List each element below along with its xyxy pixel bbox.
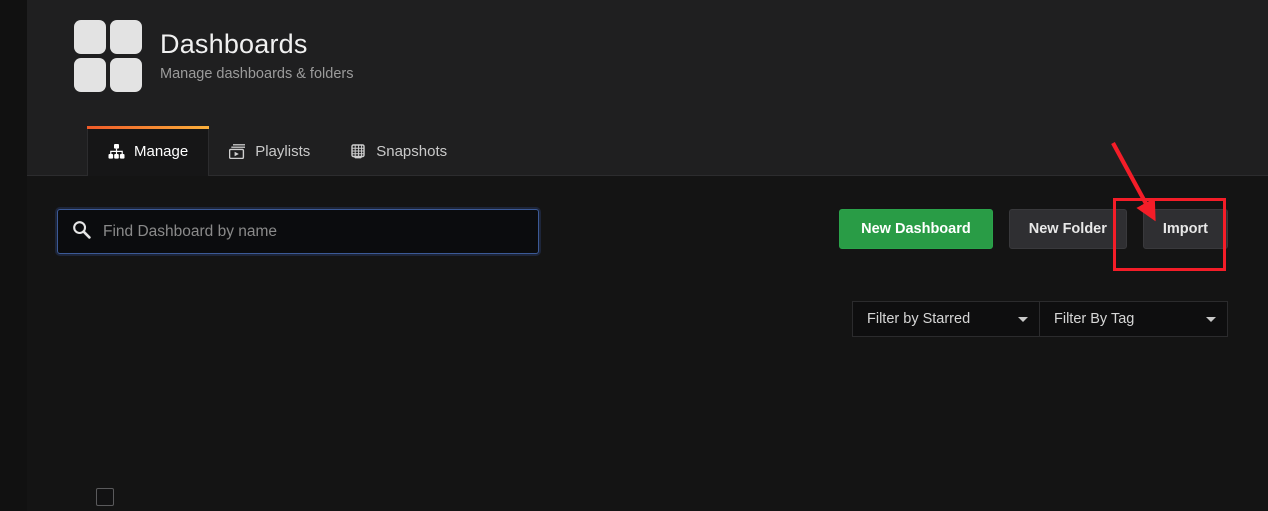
dashboards-page: Dashboards Manage dashboards & folders M… bbox=[0, 0, 1268, 511]
search-input[interactable] bbox=[103, 222, 524, 241]
filter-by-starred-select[interactable]: Filter by Starred bbox=[852, 301, 1040, 337]
new-dashboard-button[interactable]: New Dashboard bbox=[839, 209, 993, 249]
tab-manage[interactable]: Manage bbox=[87, 126, 210, 176]
filter-by-starred-label: Filter by Starred bbox=[867, 311, 971, 327]
dashboard-grid-icon bbox=[74, 20, 142, 92]
chevron-down-icon bbox=[1018, 317, 1028, 322]
page-title: Dashboards bbox=[160, 29, 308, 59]
search-box[interactable] bbox=[57, 209, 539, 254]
select-all-wrapper bbox=[96, 488, 114, 506]
dashboard-toolbar: New Dashboard New Folder Import Filter b… bbox=[27, 176, 1268, 511]
side-rail bbox=[0, 0, 27, 511]
playlist-icon bbox=[229, 143, 246, 160]
tab-playlists-label: Playlists bbox=[255, 142, 311, 160]
import-button[interactable]: Import bbox=[1142, 209, 1228, 249]
search-icon bbox=[72, 220, 91, 244]
tab-playlists[interactable]: Playlists bbox=[209, 127, 330, 175]
camera-icon bbox=[350, 143, 367, 160]
sitemap-icon bbox=[108, 143, 125, 160]
page-subtitle: Manage dashboards & folders bbox=[160, 66, 354, 82]
header-titles: Dashboards Manage dashboards & folders bbox=[160, 18, 353, 83]
select-all-checkbox[interactable] bbox=[96, 488, 114, 506]
tab-bar: Manage Playlists Snapshots bbox=[87, 126, 467, 176]
header-branding: Dashboards Manage dashboards & folders bbox=[74, 18, 353, 92]
filter-by-tag-select[interactable]: Filter By Tag bbox=[1040, 301, 1228, 337]
page-header: Dashboards Manage dashboards & folders M… bbox=[27, 0, 1268, 176]
chevron-down-icon bbox=[1206, 317, 1216, 322]
action-buttons: New Dashboard New Folder Import bbox=[839, 209, 1228, 249]
tab-manage-label: Manage bbox=[134, 142, 189, 160]
new-folder-button[interactable]: New Folder bbox=[1008, 209, 1127, 249]
filter-bar: Filter by Starred Filter By Tag bbox=[852, 301, 1228, 337]
tab-snapshots-label: Snapshots bbox=[376, 142, 448, 160]
tab-snapshots[interactable]: Snapshots bbox=[330, 127, 467, 175]
filter-by-tag-label: Filter By Tag bbox=[1054, 311, 1135, 327]
